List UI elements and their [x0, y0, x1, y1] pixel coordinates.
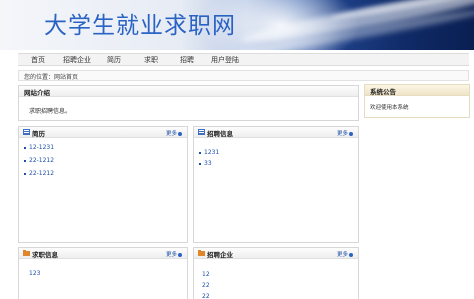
folder-icon	[23, 250, 30, 256]
bullet-icon	[199, 162, 201, 165]
recruit-info-panel: 招聘信息 更多 1231 33	[193, 126, 359, 243]
resume-more-link[interactable]: 更多	[166, 129, 182, 137]
document-icon	[198, 129, 205, 135]
resume-link[interactable]: 12-1231	[29, 144, 54, 151]
resume-panel-header: 简历 更多	[19, 127, 187, 138]
list-item: 22-1212	[24, 156, 54, 166]
notice-text: 欢迎使用本系统	[370, 105, 409, 111]
company-link[interactable]: 22	[202, 282, 210, 289]
jobseek-link[interactable]: 123	[29, 270, 40, 277]
more-label: 更多	[165, 131, 177, 137]
document-icon	[23, 129, 30, 135]
recruit-link[interactable]: 1231	[204, 149, 219, 156]
jobseek-info-title: 求职信息	[32, 251, 58, 259]
notice-title: 系统公告	[370, 88, 396, 96]
list-item: 12	[202, 269, 210, 280]
list-item: 22-1212	[24, 169, 54, 179]
intro-text: 求职招聘信息。	[29, 108, 72, 115]
arrow-right-icon	[349, 252, 353, 257]
arrow-right-icon	[178, 252, 182, 257]
list-item: 123	[29, 269, 40, 279]
jobseek-info-header: 求职信息 更多	[19, 248, 187, 259]
company-link[interactable]: 12	[202, 271, 210, 278]
recruit-info-list: 1231 33	[199, 148, 219, 169]
intro-panel-header: 网站介绍	[19, 86, 358, 97]
companies-title: 招聘企业	[207, 251, 233, 259]
bullet-icon	[24, 172, 26, 175]
jobseek-info-list: 123	[29, 269, 40, 279]
jobseek-info-panel: 求职信息 更多 123	[18, 247, 188, 299]
intro-panel: 网站介绍 求职招聘信息。	[18, 85, 359, 121]
main-nav: 首页 招聘企业 简历 求职 招聘 用户登陆	[18, 53, 469, 66]
recruit-info-title: 招聘信息	[207, 130, 233, 138]
resume-panel: 简历 更多 12-1231 22-1212 22-1212	[18, 126, 188, 243]
arrow-right-icon	[178, 131, 182, 136]
resume-link[interactable]: 22-1212	[29, 170, 54, 177]
breadcrumb-text: 您的位置：网站首页	[24, 74, 79, 81]
resume-title: 简历	[32, 130, 45, 138]
list-item: 22	[202, 291, 210, 299]
companies-panel: 招聘企业 更多 12 22 22	[193, 247, 359, 299]
site-title: 大学生就业求职网	[44, 13, 236, 39]
more-label: 更多	[336, 252, 348, 258]
companies-list: 12 22 22	[202, 269, 210, 299]
bullet-icon	[24, 159, 26, 162]
bullet-icon	[24, 146, 26, 149]
company-link[interactable]: 22	[202, 293, 210, 299]
arrow-right-icon	[349, 131, 353, 136]
resume-list: 12-1231 22-1212 22-1212	[24, 143, 54, 179]
jobseek-info-more-link[interactable]: 更多	[166, 250, 182, 258]
recruit-link[interactable]: 33	[204, 160, 212, 167]
more-label: 更多	[165, 252, 177, 258]
notice-panel: 系统公告 欢迎使用本系统	[364, 84, 470, 118]
bullet-icon	[199, 151, 201, 154]
nav-item-companies[interactable]: 招聘企业	[63, 55, 91, 65]
companies-more-link[interactable]: 更多	[337, 250, 353, 258]
folder-icon	[198, 250, 205, 256]
list-item: 1231	[199, 148, 219, 158]
header-banner: 大学生就业求职网	[0, 0, 474, 50]
nav-item-login[interactable]: 用户登陆	[211, 55, 239, 65]
nav-item-jobseek[interactable]: 求职	[144, 55, 158, 65]
list-item: 22	[202, 280, 210, 291]
nav-item-home[interactable]: 首页	[31, 55, 45, 65]
intro-title: 网站介绍	[24, 89, 50, 97]
nav-item-recruit[interactable]: 招聘	[180, 55, 194, 65]
breadcrumb: 您的位置：网站首页	[18, 70, 469, 81]
resume-link[interactable]: 22-1212	[29, 157, 54, 164]
more-label: 更多	[336, 131, 348, 137]
list-item: 33	[199, 159, 219, 169]
list-item: 12-1231	[24, 143, 54, 153]
companies-header: 招聘企业 更多	[194, 248, 358, 259]
recruit-info-more-link[interactable]: 更多	[337, 129, 353, 137]
notice-header: 系统公告	[365, 85, 469, 96]
nav-item-resume[interactable]: 简历	[107, 55, 121, 65]
recruit-info-header: 招聘信息 更多	[194, 127, 358, 138]
